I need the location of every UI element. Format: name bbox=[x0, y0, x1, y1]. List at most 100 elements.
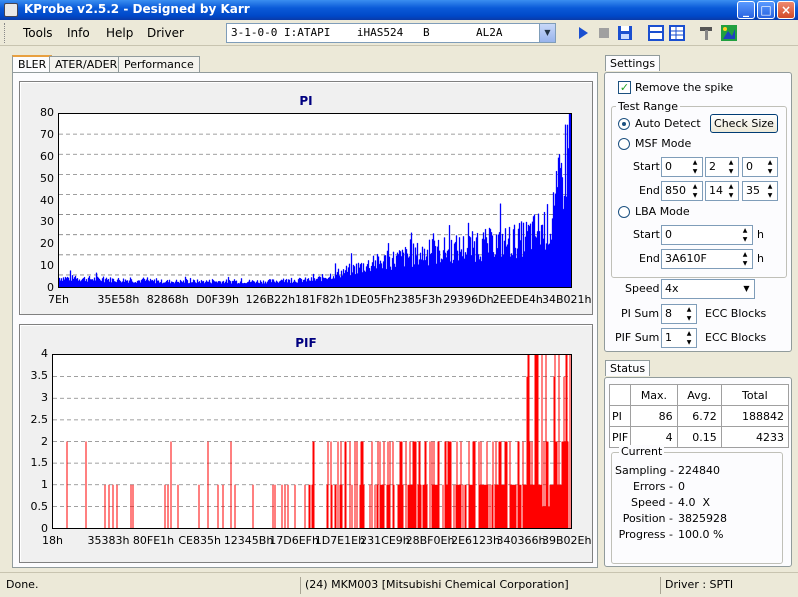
menu-tools[interactable]: Tools bbox=[23, 26, 53, 40]
y-tick-label: 20 bbox=[40, 237, 54, 251]
driver-info: Driver : SPTI bbox=[660, 577, 796, 594]
remove-spike-checkbox[interactable]: ✓ bbox=[618, 81, 631, 94]
menu-driver[interactable]: Driver bbox=[147, 26, 184, 40]
y-tick-label: 70 bbox=[40, 127, 54, 141]
save-icon[interactable] bbox=[616, 24, 634, 42]
position-label: Position - bbox=[622, 512, 673, 525]
pif-ecc-blocks-label: ECC Blocks bbox=[705, 331, 767, 344]
lba-end-hex-label: h bbox=[757, 252, 764, 265]
pif-chart: PIF 4 3.5 3 2.5 2 1.5 1 0.5 0 18h 35383h 80FE1h CE8… bbox=[19, 324, 593, 563]
tab-performance[interactable]: Performance bbox=[118, 56, 200, 73]
x-tick-label: 18h bbox=[42, 534, 63, 547]
pi-series-bars bbox=[59, 114, 571, 287]
x-tick-label: 126B22h bbox=[245, 293, 296, 306]
title-bar: KProbe v2.5.2 - Designed by Karr _ □ × bbox=[0, 0, 798, 20]
status-bar: Done. (24) MKM003 [Mitsubishi Chemical C… bbox=[0, 572, 798, 597]
x-tick-label: 12345Bh bbox=[223, 534, 274, 547]
pi-sum-input[interactable]: 8 ▲ ▼ bbox=[661, 304, 697, 324]
status-table: Max. Avg. Total PI 86 6.72 188842 PIF 4 … bbox=[608, 384, 790, 448]
x-tick-label: 7Eh bbox=[48, 293, 69, 306]
msf-start-sec[interactable]: 2 ▲ ▼ bbox=[705, 157, 739, 177]
x-tick-label: 181F82h bbox=[295, 293, 344, 306]
x-tick-label: 1DE05Fh bbox=[344, 293, 395, 306]
sampling-value: 224840 bbox=[678, 464, 720, 477]
menu-grip bbox=[4, 23, 7, 43]
chevron-down-icon[interactable]: ▼ bbox=[539, 24, 555, 42]
speed-select[interactable]: 4x ▼ bbox=[661, 279, 755, 299]
pi-chart: PI 80 70 60 50 40 30 20 10 0 7Eh 35E58h 82868h D0F3… bbox=[19, 81, 593, 315]
msf-end-frame[interactable]: 35 ▲ ▼ bbox=[742, 181, 778, 201]
tab-ater-ader[interactable]: ATER/ADER bbox=[49, 56, 124, 73]
lba-mode-radio[interactable] bbox=[618, 206, 630, 218]
y-tick-label: 60 bbox=[40, 149, 54, 163]
pi-sum-label: PI Sum bbox=[621, 307, 660, 320]
msf-end-sec[interactable]: 14 ▲ ▼ bbox=[705, 181, 739, 201]
y-tick-label: 2 bbox=[41, 434, 48, 448]
position-value: 3825928 bbox=[678, 512, 727, 525]
msf-mode-label: MSF Mode bbox=[635, 137, 692, 150]
drive-select[interactable]: 3-1-0-0 I:ATAPI iHAS524 B AL2A ▼ bbox=[226, 23, 556, 43]
auto-detect-radio[interactable] bbox=[618, 118, 630, 130]
lba-start-hex-label: h bbox=[757, 228, 764, 241]
msf-end-min[interactable]: 850 ▲ ▼ bbox=[661, 181, 703, 201]
lba-end-input[interactable]: 3A610F ▲ ▼ bbox=[661, 249, 753, 269]
grid-icon[interactable] bbox=[668, 24, 686, 42]
app-icon bbox=[4, 3, 18, 17]
lba-start-label: Start bbox=[633, 228, 660, 241]
chevron-down-icon[interactable]: ▼ bbox=[739, 280, 754, 298]
close-button[interactable]: × bbox=[777, 1, 795, 19]
x-tick-label: 17D6EFh bbox=[269, 534, 319, 547]
pif-sum-label: PIF Sum bbox=[615, 331, 660, 344]
tools-icon[interactable] bbox=[698, 24, 716, 42]
y-tick-label: 30 bbox=[40, 215, 54, 229]
y-tick-label: 1.5 bbox=[30, 456, 49, 470]
current-speed-value: 4.0 X bbox=[678, 496, 711, 509]
stop-icon[interactable] bbox=[595, 24, 613, 42]
table-row: PI 86 6.72 188842 bbox=[608, 405, 790, 427]
status-tab[interactable]: Status bbox=[605, 360, 651, 376]
menu-info[interactable]: Info bbox=[67, 26, 90, 40]
msf-start-frame[interactable]: 0 ▲ ▼ bbox=[742, 157, 778, 177]
tab-bler[interactable]: BLER bbox=[12, 55, 53, 73]
picture-icon[interactable] bbox=[720, 24, 738, 42]
table-row: Max. Avg. Total bbox=[608, 384, 790, 406]
speed-label: Speed bbox=[625, 282, 660, 295]
status-message: Done. bbox=[6, 578, 39, 591]
pi-chart-title: PI bbox=[299, 94, 313, 108]
x-tick-label: 39B02Eh bbox=[542, 534, 592, 547]
msf-mode-radio[interactable] bbox=[618, 138, 630, 150]
remove-spike-label: Remove the spike bbox=[635, 81, 734, 94]
msf-start-min[interactable]: 0 ▲ ▼ bbox=[661, 157, 703, 177]
y-tick-label: 4 bbox=[41, 347, 48, 360]
play-icon[interactable] bbox=[574, 24, 592, 42]
x-tick-label: 35383h bbox=[87, 534, 130, 547]
x-tick-label: 28BF0Eh bbox=[405, 534, 455, 547]
status-panel: Max. Avg. Total PI 86 6.72 188842 PIF 4 … bbox=[604, 377, 792, 567]
menu-help[interactable]: Help bbox=[106, 26, 133, 40]
x-tick-label: D0F39h bbox=[196, 293, 239, 306]
lba-mode-label: LBA Mode bbox=[635, 205, 690, 218]
x-tick-label: 231CE9h bbox=[360, 534, 410, 547]
y-tick-label: 1 bbox=[41, 478, 48, 492]
auto-detect-label: Auto Detect bbox=[635, 117, 701, 130]
msf-start-label: Start bbox=[633, 160, 660, 173]
y-tick-label: 3 bbox=[41, 390, 48, 404]
settings-panel: ✓ Remove the spike Test Range Auto Detec… bbox=[604, 72, 792, 352]
lba-start-input[interactable]: 0 ▲ ▼ bbox=[661, 225, 753, 245]
window-layout-icon[interactable] bbox=[647, 24, 665, 42]
maximize-button[interactable]: □ bbox=[757, 1, 775, 19]
check-size-button[interactable]: Check Size bbox=[710, 114, 778, 133]
disc-info: (24) MKM003 [Mitsubishi Chemical Corpora… bbox=[300, 577, 656, 594]
x-tick-label: 29396Dh bbox=[443, 293, 494, 306]
test-range-label: Test Range bbox=[616, 100, 681, 113]
x-tick-label: 340366h bbox=[496, 534, 546, 547]
pif-sum-input[interactable]: 1 ▲ ▼ bbox=[661, 328, 697, 348]
y-tick-label: 0.5 bbox=[30, 500, 49, 514]
x-tick-label: 2385F3h bbox=[393, 293, 443, 306]
settings-tab[interactable]: Settings bbox=[605, 55, 661, 71]
minimize-button[interactable]: _ bbox=[737, 1, 755, 19]
pi-ecc-blocks-label: ECC Blocks bbox=[705, 307, 767, 320]
progress-value: 100.0 % bbox=[678, 528, 724, 541]
y-tick-label: 2.5 bbox=[30, 412, 49, 426]
pi-plot-area bbox=[58, 113, 572, 288]
